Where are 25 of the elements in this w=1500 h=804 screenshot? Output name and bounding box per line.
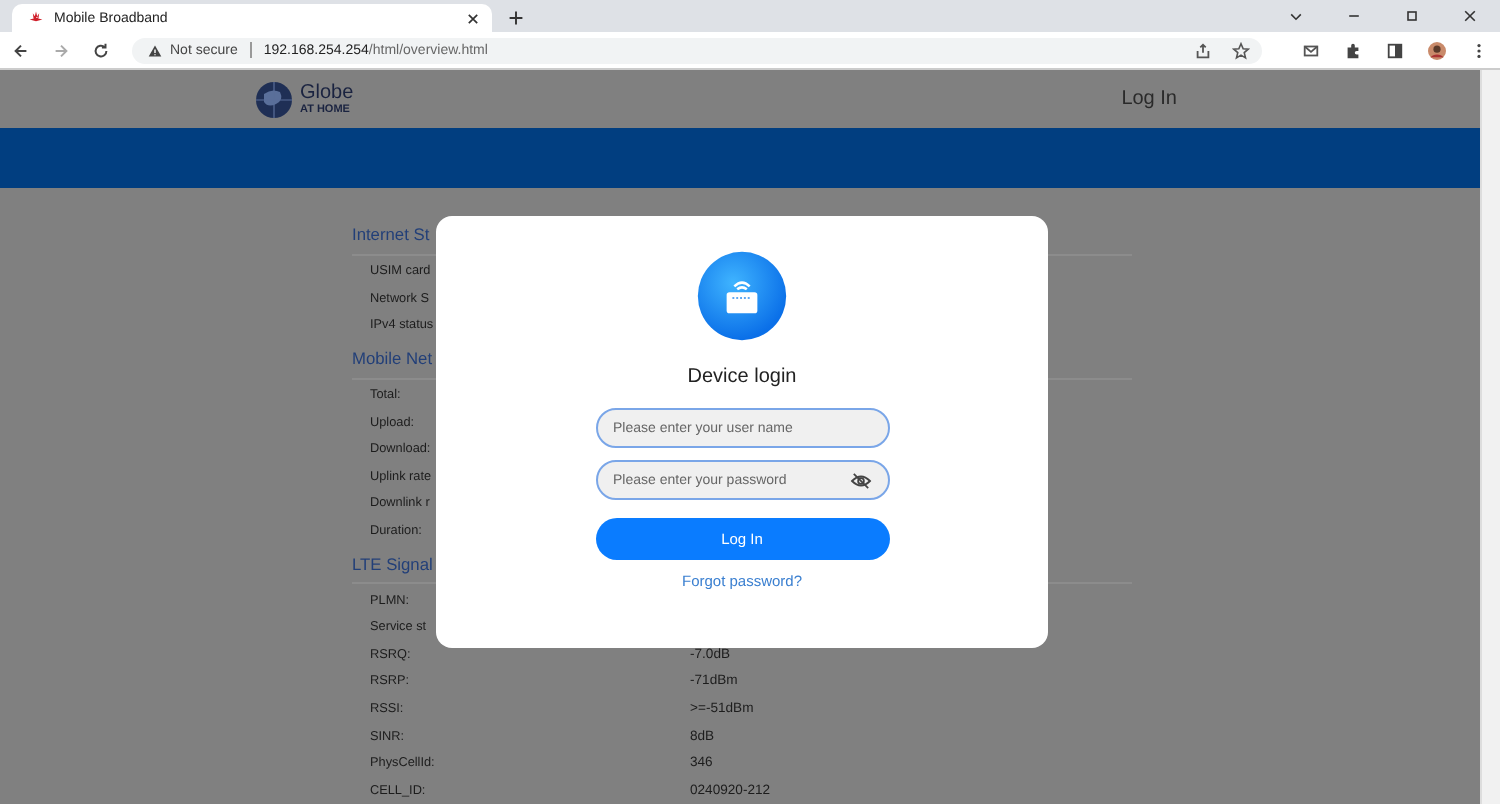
new-tab-icon[interactable] (508, 10, 524, 26)
chevron-down-icon[interactable] (1288, 8, 1304, 24)
back-icon[interactable] (12, 41, 30, 59)
reload-icon[interactable] (92, 41, 110, 59)
router-icon (694, 248, 790, 344)
sidebar-icon[interactable] (1386, 41, 1404, 59)
warning-icon (148, 43, 162, 57)
close-icon[interactable] (1462, 8, 1478, 24)
share-icon[interactable] (1194, 41, 1212, 59)
maximize-icon[interactable] (1404, 8, 1420, 24)
section-title: LTE Signal (352, 553, 433, 574)
login-link[interactable]: Log In (1121, 88, 1177, 111)
dialog-title: Device login (687, 366, 797, 388)
star-icon[interactable] (1232, 41, 1250, 59)
puzzle-icon[interactable] (1344, 41, 1362, 59)
logo-name: Globe (300, 82, 354, 105)
globe-icon (254, 79, 294, 120)
close-icon[interactable] (466, 11, 480, 25)
avatar-icon[interactable] (1428, 41, 1446, 59)
section-title: Mobile Net (352, 348, 433, 369)
scrollbar[interactable] (1480, 70, 1500, 804)
flower-icon (28, 10, 44, 26)
section-title: Internet St (352, 224, 430, 245)
mail-icon[interactable] (1302, 41, 1320, 59)
eye-off-icon[interactable] (849, 471, 871, 489)
